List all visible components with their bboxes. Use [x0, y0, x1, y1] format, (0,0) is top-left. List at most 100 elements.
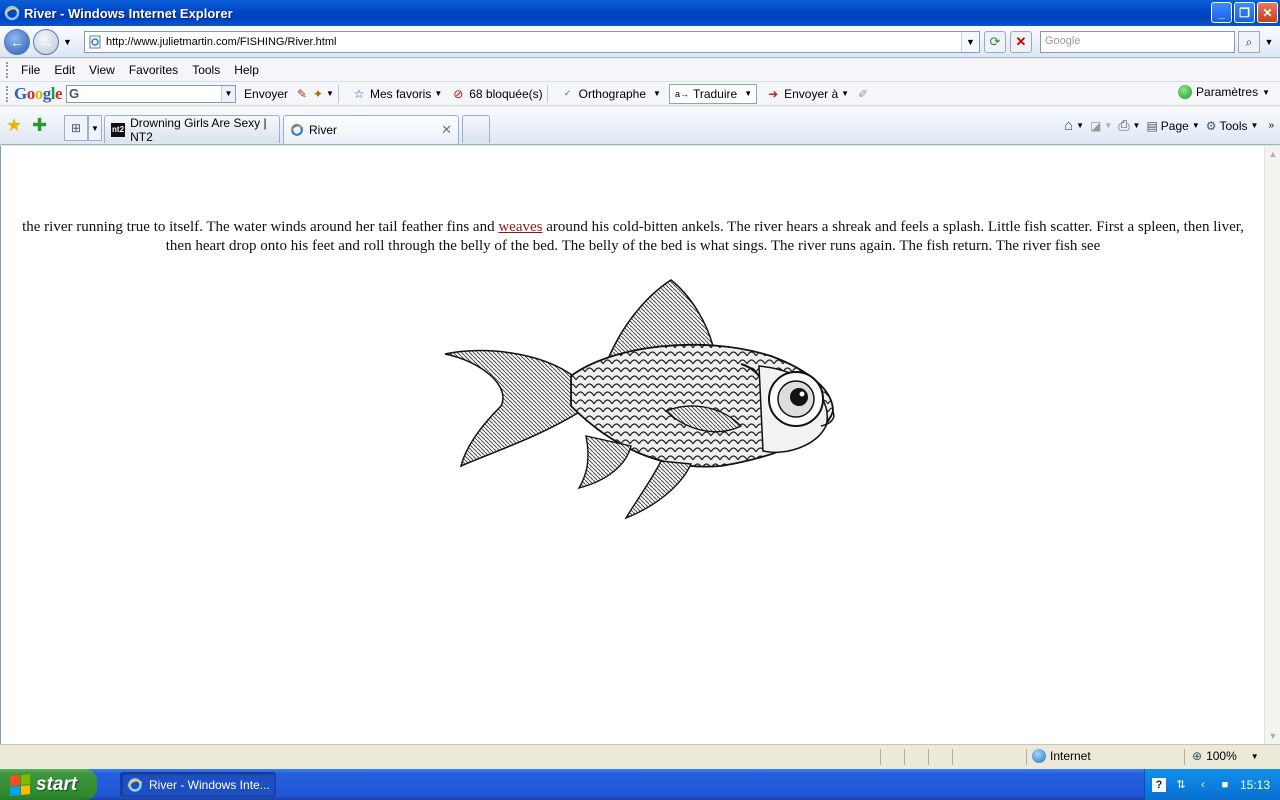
page-icon: ▤	[1146, 118, 1158, 133]
add-favorite-icon[interactable]: ✚	[32, 115, 47, 136]
vertical-scrollbar[interactable]: ▲ ▼	[1264, 146, 1280, 744]
taskbar-item-river[interactable]: River - Windows Inte...	[120, 772, 276, 797]
search-icon: ⌕	[1245, 34, 1253, 49]
chevron-down-icon[interactable]: ▼	[63, 37, 72, 47]
highlighter-icon[interactable]: ✐	[855, 86, 871, 102]
help-icon[interactable]: ?	[1151, 777, 1166, 792]
rss-icon: ◪	[1090, 118, 1102, 133]
address-bar[interactable]: http://www.julietmartin.com/FISHING/Rive…	[84, 31, 980, 53]
popup-blocker-button[interactable]: ⊘ 68 bloquée(s)	[450, 86, 542, 102]
tab-bar: ★ ✚ ⊞ ▼ nt2 Drowning Girls Are Sexy | NT…	[0, 107, 1280, 145]
zoom-level[interactable]: ⊕ 100% ▼	[1192, 749, 1259, 763]
close-button[interactable]: ✕	[1257, 2, 1278, 23]
feeds-button[interactable]: ◪ ▼	[1090, 119, 1112, 133]
search-options-button[interactable]: ▼	[1262, 31, 1276, 53]
address-url[interactable]: http://www.julietmartin.com/FISHING/Rive…	[106, 36, 336, 48]
menu-view[interactable]: View	[82, 61, 122, 79]
scroll-up-button[interactable]: ▲	[1265, 146, 1280, 162]
clock: 15:13	[1239, 777, 1270, 792]
start-button[interactable]: start	[0, 769, 97, 800]
page-menu-button[interactable]: ▤ Page ▼	[1146, 119, 1199, 133]
tab-drowning-girls[interactable]: nt2 Drowning Girls Are Sexy | NT2	[104, 115, 280, 144]
gear-icon: ⚙	[1205, 118, 1217, 133]
refresh-button[interactable]: ⟳	[984, 31, 1006, 53]
story-text-before: the river running true to itself. The wa…	[22, 219, 495, 235]
tab-list-button[interactable]: ▼	[88, 115, 102, 141]
command-bar: ⌂ ▼ ◪ ▼ ⎙ ▼ ▤ Page ▼ ⚙ Tools ▼ »	[1064, 117, 1274, 134]
weaves-link[interactable]: weaves	[498, 219, 542, 235]
page-content: the river running true to itself. The wa…	[0, 146, 1264, 744]
google-send-button[interactable]: Envoyer	[244, 87, 288, 101]
spellcheck-button[interactable]: ✓ Orthographe ▼	[560, 86, 661, 102]
stop-button[interactable]: ✕	[1010, 31, 1032, 53]
send-to-button[interactable]: ➜ Envoyer à ▼	[765, 86, 849, 102]
tab-label: Drowning Girls Are Sexy | NT2	[130, 115, 267, 144]
ie-icon	[290, 124, 304, 136]
windows-logo-icon	[10, 773, 30, 796]
address-dropdown[interactable]: ▼	[961, 32, 979, 52]
ie-icon	[4, 5, 20, 21]
menu-help[interactable]: Help	[227, 61, 266, 79]
goldfish-illustration	[444, 279, 835, 520]
google-search-input[interactable]: G ▼	[66, 84, 237, 103]
tab-label: River	[309, 123, 338, 137]
print-button[interactable]: ⎙ ▼	[1118, 117, 1140, 134]
favorites-button[interactable]: ☆ Mes favoris ▼	[351, 86, 443, 102]
ie-icon	[127, 777, 143, 792]
toolbar-grip[interactable]	[6, 85, 10, 102]
menu-file[interactable]: File	[14, 61, 47, 79]
puzzle-icon[interactable]: ✦	[310, 86, 326, 102]
page-icon	[89, 35, 101, 49]
tab-river[interactable]: River ✕	[283, 115, 459, 144]
chevron-down-icon[interactable]: ▼	[326, 89, 334, 98]
google-g-icon: G	[69, 85, 80, 101]
title-bar: River - Windows Internet Explorer _ ❐ ✕	[0, 0, 1280, 26]
translate-icon: a→	[674, 88, 689, 99]
security-zone[interactable]: Internet	[1032, 749, 1091, 763]
home-button[interactable]: ⌂ ▼	[1064, 117, 1084, 134]
menu-edit[interactable]: Edit	[47, 61, 82, 79]
nt2-favicon-icon: nt2	[111, 122, 126, 137]
language-flag-icon[interactable]: ■	[1218, 778, 1232, 792]
status-bar: Internet ⊕ 100% ▼	[0, 744, 1280, 768]
magnifier-icon: ⊕	[1192, 749, 1203, 763]
network-icon[interactable]: ⇅	[1174, 778, 1188, 792]
quick-tabs-button[interactable]: ⊞	[64, 115, 88, 141]
new-tab-button[interactable]	[462, 115, 490, 143]
system-tray: ? ⇅ ‹ ■ 15:13	[1144, 769, 1280, 800]
popup-blocked-icon: ⊘	[453, 86, 464, 101]
minimize-button[interactable]: _	[1211, 2, 1232, 23]
chevron-left-icon[interactable]: ‹	[1196, 778, 1210, 792]
spellcheck-icon: ✓	[563, 88, 572, 98]
send-icon: ➜	[768, 86, 779, 101]
forward-button[interactable]: →	[33, 28, 59, 55]
globe-icon	[1032, 749, 1046, 763]
settings-button[interactable]: Paramètres ▼	[1178, 85, 1270, 99]
tools-menu-button[interactable]: ⚙ Tools ▼	[1206, 119, 1259, 133]
chevron-down-icon[interactable]: ▼	[1251, 752, 1259, 761]
search-button[interactable]: ⌕	[1238, 31, 1260, 53]
favorites-center-icon[interactable]: ★	[6, 115, 22, 136]
google-search-dropdown[interactable]: ▼	[221, 85, 236, 102]
status-dot-icon	[1178, 85, 1193, 99]
navigation-bar: ← → ▼ http://www.julietmartin.com/FISHIN…	[0, 26, 1280, 58]
translate-button[interactable]: a→ Traduire ▼	[668, 83, 758, 104]
home-icon: ⌂	[1064, 117, 1074, 134]
search-input[interactable]: Google	[1040, 31, 1235, 53]
toolbar-grip[interactable]	[6, 62, 10, 78]
taskbar: start River - Windows Inte... ? ⇅ ‹ ■ 15…	[0, 769, 1280, 800]
google-logo[interactable]: Google	[14, 84, 63, 104]
menu-bar: File Edit View Favorites Tools Help	[0, 59, 1280, 82]
google-toolbar: Google G ▼ Envoyer ✎ ✦ ▼ ☆ Mes favoris ▼ …	[0, 82, 1280, 106]
story-text: the river running true to itself. The wa…	[21, 218, 1245, 256]
back-button[interactable]: ←	[4, 28, 30, 55]
close-tab-icon[interactable]: ✕	[441, 122, 452, 138]
scroll-down-button[interactable]: ▼	[1265, 728, 1280, 744]
bookmark-icon[interactable]: ✎	[294, 86, 310, 102]
printer-icon: ⎙	[1118, 117, 1130, 133]
window-title: River - Windows Internet Explorer	[24, 5, 233, 21]
chevron-right-icon[interactable]: »	[1268, 120, 1274, 131]
restore-button[interactable]: ❐	[1234, 2, 1255, 23]
menu-tools[interactable]: Tools	[185, 61, 227, 79]
menu-favorites[interactable]: Favorites	[122, 61, 185, 79]
